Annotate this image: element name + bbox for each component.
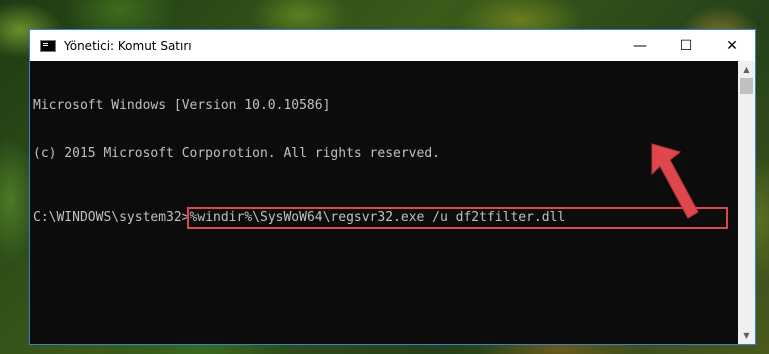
close-button[interactable]: ✕ xyxy=(709,30,755,61)
console-version-line: Microsoft Windows [Version 10.0.10586] xyxy=(33,98,331,113)
cmd-app-icon xyxy=(40,39,56,52)
window-title: Yönetici: Komut Satırı xyxy=(64,38,192,53)
minimize-button[interactable]: — xyxy=(617,30,663,61)
console-command-line: C:\WINDOWS\system32> %windir%\SysWoW64\re… xyxy=(33,207,738,229)
window-controls: — ☐ ✕ xyxy=(617,30,755,61)
console-prompt: C:\WINDOWS\system32> xyxy=(33,210,190,225)
console-copyright-line: (c) 2015 Microsoft Corporotion. All righ… xyxy=(33,146,440,161)
maximize-button[interactable]: ☐ xyxy=(663,30,709,61)
title-bar[interactable]: Yönetici: Komut Satırı — ☐ ✕ xyxy=(30,30,755,61)
scroll-up-arrow-icon[interactable]: ▲ xyxy=(738,61,755,78)
scroll-thumb[interactable] xyxy=(740,78,753,94)
console-output[interactable]: Microsoft Windows [Version 10.0.10586] (… xyxy=(30,61,738,344)
scroll-down-arrow-icon[interactable]: ▼ xyxy=(738,327,755,344)
vertical-scrollbar[interactable]: ▲ ▼ xyxy=(738,61,755,344)
red-arrow-annotation-icon xyxy=(651,143,699,219)
